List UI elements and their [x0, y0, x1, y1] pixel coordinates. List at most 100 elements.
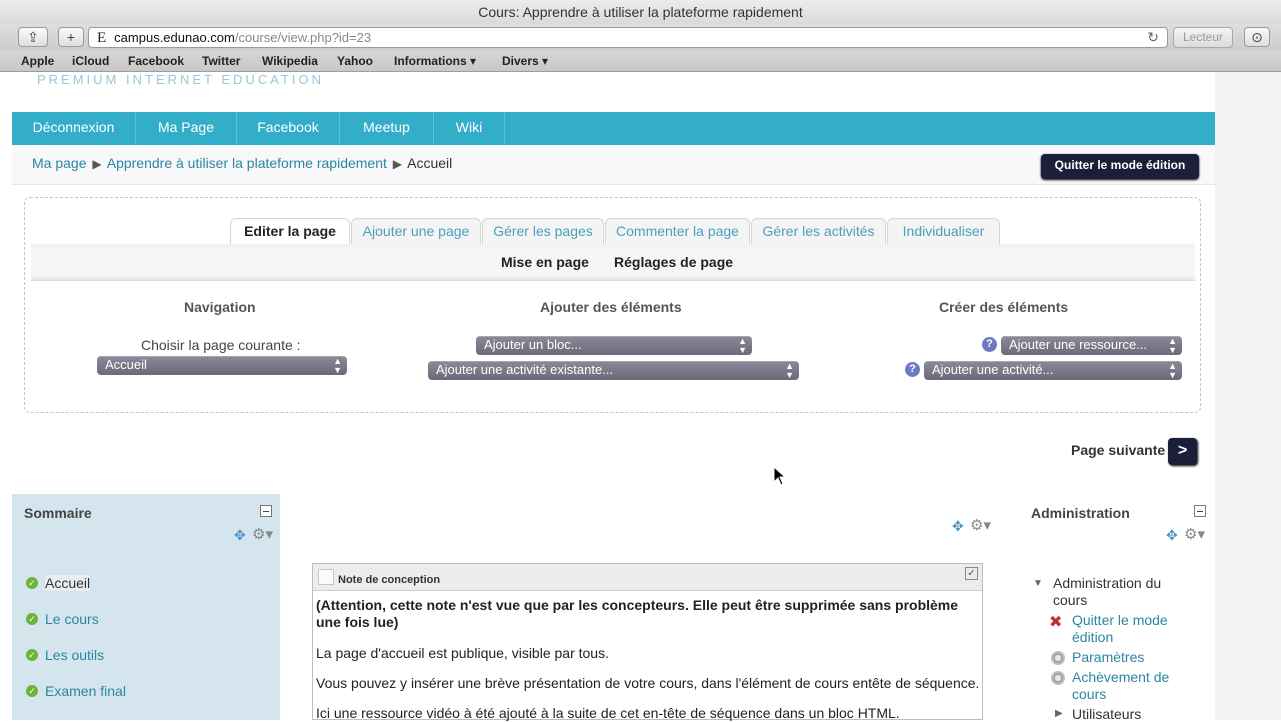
edit-panel: Editer la page Ajouter une page Gérer le… [24, 197, 1201, 413]
site-favicon-icon: E [97, 30, 107, 46]
bookmark-wikipedia[interactable]: Wikipedia [262, 54, 318, 68]
completed-check-icon: ✓ [26, 613, 38, 625]
note-title: Note de conception [338, 574, 441, 586]
page-content: PREMIUM INTERNET EDUCATION Déconnexion M… [0, 72, 1281, 722]
bookmarks-bar: Apple iCloud Facebook Twitter Wikipedia … [0, 50, 1281, 72]
site-tagline: PREMIUM INTERNET EDUCATION [37, 72, 324, 87]
nav-facebook[interactable]: Facebook [237, 112, 340, 145]
add-resource-value: Ajouter une ressource... [1009, 337, 1148, 352]
add-block-select[interactable]: Ajouter un bloc... ▲ ▼ [476, 336, 752, 355]
main-navbar: Déconnexion Ma Page Facebook Meetup Wiki [12, 112, 1215, 145]
nav-meetup[interactable]: Meetup [340, 112, 434, 145]
select-arrows-icon: ▲ ▼ [1168, 336, 1177, 355]
gear-icon[interactable]: ⚙▾ [970, 516, 991, 534]
breadcrumb: Ma page ▶ Apprendre à utiliser la platef… [32, 155, 452, 171]
collapsed-arrow-icon: ▶ [1055, 708, 1063, 719]
admin-section-title[interactable]: Administration du cours [1053, 575, 1193, 609]
help-icon[interactable]: ? [905, 362, 920, 377]
design-note-block: Note de conception ✓ (Attention, cette n… [312, 563, 983, 721]
select-arrows-icon: ▲ ▼ [785, 361, 794, 380]
address-bar[interactable]: Ecampus.edunao.com/course/view.php?id=23… [88, 27, 1168, 48]
share-button[interactable]: ⇪ [18, 27, 48, 47]
current-page-value: Accueil [105, 357, 147, 372]
select-arrows-icon: ▲ ▼ [333, 356, 342, 375]
note-icon [318, 569, 334, 585]
completed-check-icon: ✓ [26, 577, 38, 589]
bookmark-facebook[interactable]: Facebook [128, 54, 184, 68]
breadcrumb-my-page[interactable]: Ma page [32, 155, 86, 171]
select-arrows-icon: ▲ ▼ [738, 336, 747, 355]
navigation-heading: Navigation [184, 299, 256, 315]
page-gutter [1215, 72, 1281, 720]
summary-title: Sommaire [24, 505, 92, 521]
window-title: Cours: Apprendre à utiliser la plateform… [0, 0, 1281, 24]
breadcrumb-course[interactable]: Apprendre à utiliser la plateforme rapid… [107, 155, 387, 171]
move-icon[interactable]: ✥ [234, 527, 246, 544]
expanded-arrow-icon: ▼ [1033, 578, 1043, 589]
reader-button[interactable]: Lecteur [1173, 27, 1233, 48]
mouse-cursor-icon [773, 466, 787, 486]
tools-icon: ✖ [1049, 614, 1063, 631]
tab-add-page[interactable]: Ajouter une page [351, 218, 481, 244]
tab-manage-activities[interactable]: Gérer les activités [751, 218, 886, 244]
downloads-button[interactable]: ⊙ [1244, 27, 1270, 47]
browser-toolbar: ⇪ + Ecampus.edunao.com/course/view.php?i… [0, 24, 1281, 50]
summary-item-home[interactable]: Accueil [45, 575, 91, 591]
note-warning: (Attention, cette note n'est vue que par… [316, 597, 959, 630]
breadcrumb-current: Accueil [407, 155, 453, 171]
bookmark-apple[interactable]: Apple [21, 54, 54, 68]
next-page-label: Page suivante [1071, 442, 1166, 458]
note-paragraph: La page d'accueil est publique, visible … [316, 645, 609, 661]
select-arrows-icon: ▲ ▼ [1168, 361, 1177, 380]
edit-subtabs: Mise en page Réglages de page [31, 244, 1195, 281]
add-activity-select[interactable]: Ajouter une activité... ▲ ▼ [924, 361, 1182, 380]
tab-comment-page[interactable]: Commenter la page [605, 218, 750, 244]
bookmark-yahoo[interactable]: Yahoo [337, 54, 373, 68]
breadcrumb-bar: Ma page ▶ Apprendre à utiliser la platef… [12, 145, 1215, 185]
move-icon[interactable]: ✥ [952, 518, 964, 535]
tab-individualize[interactable]: Individualiser [887, 218, 1000, 244]
admin-quit-edit-mode[interactable]: Quitter le mode édition [1072, 612, 1197, 646]
breadcrumb-separator-icon: ▶ [92, 157, 102, 171]
add-block-value: Ajouter un bloc... [484, 337, 582, 352]
create-elements-heading: Créer des éléments [939, 299, 1069, 315]
summary-item-final-exam[interactable]: Examen final [45, 683, 126, 699]
summary-item-course[interactable]: Le cours [45, 611, 99, 627]
move-icon[interactable]: ✥ [1166, 527, 1178, 544]
settings-gear-icon [1051, 671, 1065, 685]
gear-icon[interactable]: ⚙▾ [252, 525, 273, 543]
completed-check-icon: ✓ [26, 685, 38, 697]
admin-settings[interactable]: Paramètres [1072, 649, 1144, 666]
bookmark-icloud[interactable]: iCloud [72, 54, 109, 68]
nav-my-page[interactable]: Ma Page [136, 112, 237, 145]
nav-logout[interactable]: Déconnexion [12, 112, 136, 145]
next-page-button[interactable]: > [1168, 438, 1197, 465]
breadcrumb-separator-icon: ▶ [392, 157, 403, 171]
collapse-icon[interactable] [1194, 505, 1206, 517]
admin-course-completion[interactable]: Achèvement de cours [1072, 669, 1197, 703]
collapse-icon[interactable] [260, 505, 272, 517]
add-existing-activity-select[interactable]: Ajouter une activité existante... ▲ ▼ [428, 361, 799, 380]
subtab-layout[interactable]: Mise en page [501, 254, 589, 270]
nav-wiki[interactable]: Wiki [434, 112, 505, 145]
summary-item-tools[interactable]: Les outils [45, 647, 104, 663]
completed-check-icon: ✓ [26, 649, 38, 661]
quit-edit-mode-button[interactable]: Quitter le mode édition [1041, 154, 1199, 179]
help-icon[interactable]: ? [982, 337, 997, 352]
current-page-label: Choisir la page courante : [141, 337, 301, 353]
admin-title: Administration [1031, 505, 1130, 521]
current-page-select[interactable]: Accueil ▲ ▼ [97, 356, 347, 375]
summary-block: Sommaire ✥ ⚙▾ ✓ Accueil ✓ Le cours ✓ Les… [12, 494, 280, 720]
bookmark-divers[interactable]: Divers ▾ [502, 54, 548, 68]
subtab-page-settings[interactable]: Réglages de page [614, 254, 733, 270]
tab-manage-pages[interactable]: Gérer les pages [482, 218, 604, 244]
check-icon[interactable]: ✓ [965, 567, 978, 580]
gear-icon[interactable]: ⚙▾ [1184, 525, 1205, 543]
add-resource-select[interactable]: Ajouter une ressource... ▲ ▼ [1001, 336, 1182, 355]
url-host: campus.edunao.com [114, 30, 235, 45]
new-tab-button[interactable]: + [58, 27, 84, 47]
bookmark-informations[interactable]: Informations ▾ [394, 54, 476, 68]
reload-icon[interactable]: ↻ [1147, 28, 1159, 47]
tab-edit-page[interactable]: Editer la page [230, 218, 350, 244]
bookmark-twitter[interactable]: Twitter [202, 54, 240, 68]
